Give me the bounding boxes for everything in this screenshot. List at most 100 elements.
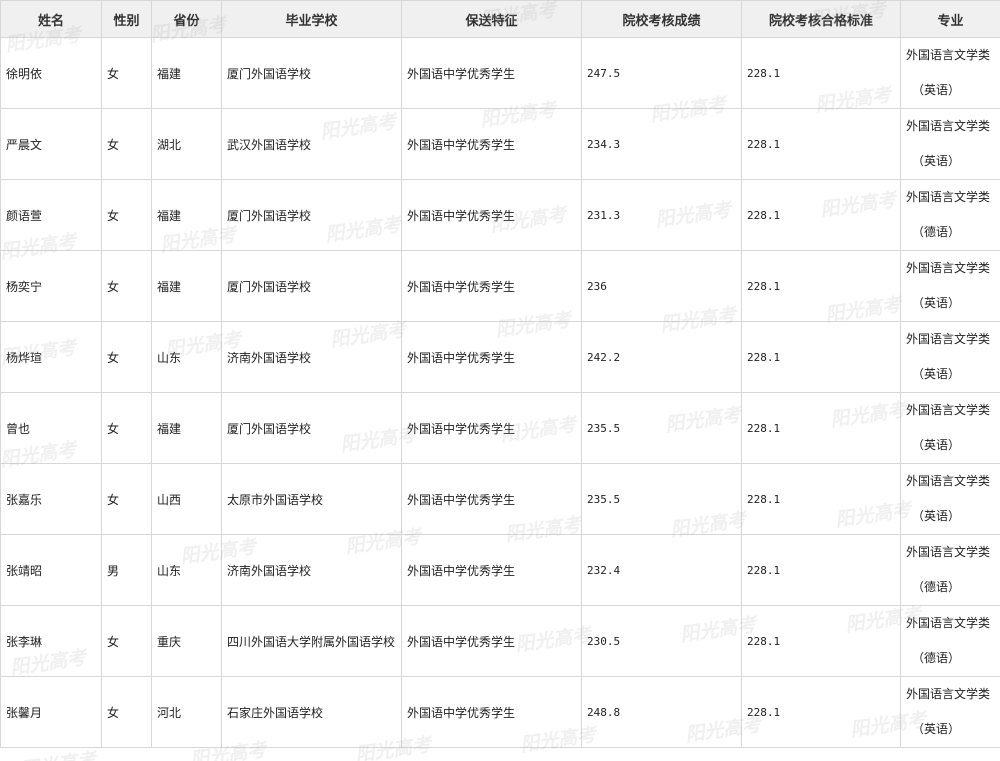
- cell-feature: 外国语中学优秀学生: [401, 463, 582, 535]
- table-row: 严晨文女湖北 武汉外国语学校 外国语中学优秀学生 234.3 228.1 外国语言文学类 （…: [0, 108, 1000, 180]
- table-row: 张李琳女重庆 四川外国语大学附属外国语学校 外国语中学优秀学生 230.5 228.1 外…: [0, 605, 1000, 677]
- cell-score: 232.4: [581, 534, 742, 606]
- cell-gender: 女: [101, 108, 152, 180]
- cell-name: 曾也: [0, 392, 102, 464]
- table-body: 徐明依女福建 厦门外国语学校 外国语中学优秀学生 247.5 228.1 外国语言文学类（…: [0, 37, 1000, 748]
- major-name: 外国语言文学类: [906, 261, 991, 275]
- cell-province: 湖北: [151, 108, 222, 180]
- cell-feature: 外国语中学优秀学生: [401, 321, 582, 393]
- cell-score: 234.3: [581, 108, 742, 180]
- cell-name: 张李琳: [0, 605, 102, 677]
- cell-score: 235.5: [581, 392, 742, 464]
- major-language: （英语）: [912, 154, 961, 168]
- major-name: 外国语言文学类: [906, 403, 991, 417]
- table-row: 张嘉乐女山西 太原市外国语学校 外国语中学优秀学生 235.5 228.1 外国语言文学类…: [0, 463, 1000, 535]
- admission-table: 姓名 性别 省份 毕业学校 保送特征 院校考核成绩 院校考核合格标准 专业 徐明依女福建 厦门外…: [0, 0, 1000, 748]
- cell-major: 外国语言文学类 （英语）: [900, 676, 1000, 748]
- table-row: 颜语萱女福建 厦门外国语学校 外国语中学优秀学生 231.3 228.1 外国语言文学类 （…: [0, 179, 1000, 251]
- cell-major: 外国语言文学类 （英语）: [900, 392, 1000, 464]
- cell-gender: 女: [101, 321, 152, 393]
- header-row: 姓名 性别 省份 毕业学校 保送特征 院校考核成绩 院校考核合格标准 专业: [0, 0, 1000, 38]
- cell-standard: 228.1: [741, 108, 901, 180]
- major-language: （英语）: [912, 83, 961, 97]
- cell-province: 福建: [151, 392, 222, 464]
- major-name: 外国语言文学类: [906, 687, 991, 701]
- cell-name: 张靖昭: [0, 534, 102, 606]
- major-language: （英语）: [912, 509, 961, 523]
- cell-school: 厦门外国语学校: [221, 392, 402, 464]
- cell-name: 颜语萱: [0, 179, 102, 251]
- column-header-name: 姓名: [0, 0, 102, 38]
- cell-province: 福建: [151, 179, 222, 251]
- cell-feature: 外国语中学优秀学生: [401, 250, 582, 322]
- column-header-standard: 院校考核合格标准: [741, 0, 901, 38]
- cell-feature: 外国语中学优秀学生: [401, 605, 582, 677]
- cell-gender: 女: [101, 179, 152, 251]
- cell-school: 厦门外国语学校: [221, 37, 402, 109]
- cell-score: 231.3: [581, 179, 742, 251]
- column-header-province: 省份: [151, 0, 222, 38]
- cell-major: 外国语言文学类 （德语）: [900, 534, 1000, 606]
- cell-province: 福建: [151, 37, 222, 109]
- cell-standard: 228.1: [741, 463, 901, 535]
- cell-school: 厦门外国语学校: [221, 250, 402, 322]
- cell-school: 太原市外国语学校: [221, 463, 402, 535]
- cell-gender: 男: [101, 534, 152, 606]
- cell-gender: 女: [101, 250, 152, 322]
- cell-name: 张嘉乐: [0, 463, 102, 535]
- cell-name: 徐明依: [0, 37, 102, 109]
- cell-major: 外国语言文学类 （英语）: [900, 108, 1000, 180]
- table-row: 曾也女福建 厦门外国语学校 外国语中学优秀学生 235.5 228.1 外国语言文学类 （英…: [0, 392, 1000, 464]
- cell-feature: 外国语中学优秀学生: [401, 37, 582, 109]
- cell-feature: 外国语中学优秀学生: [401, 676, 582, 748]
- cell-province: 重庆: [151, 605, 222, 677]
- table-row: 杨奕宁女福建 厦门外国语学校 外国语中学优秀学生 236 228.1 外国语言文学类 （英语…: [0, 250, 1000, 322]
- column-header-school: 毕业学校: [221, 0, 402, 38]
- cell-standard: 228.1: [741, 37, 901, 109]
- column-header-feature: 保送特征: [401, 0, 582, 38]
- cell-name: 张馨月: [0, 676, 102, 748]
- major-language: （英语）: [912, 438, 961, 452]
- major-language: （德语）: [912, 580, 961, 594]
- column-header-score: 院校考核成绩: [581, 0, 742, 38]
- cell-feature: 外国语中学优秀学生: [401, 108, 582, 180]
- cell-gender: 女: [101, 676, 152, 748]
- table-row: 张馨月女河北 石家庄外国语学校 外国语中学优秀学生 248.8 228.1 外国语言文学类…: [0, 676, 1000, 748]
- cell-gender: 女: [101, 463, 152, 535]
- cell-score: 247.5: [581, 37, 742, 109]
- cell-major: 外国语言文学类 （英语）: [900, 250, 1000, 322]
- cell-major: 外国语言文学类 （英语）: [900, 463, 1000, 535]
- cell-province: 山东: [151, 534, 222, 606]
- major-language: （英语）: [912, 296, 961, 310]
- major-name: 外国语言文学类: [906, 332, 991, 346]
- cell-standard: 228.1: [741, 250, 901, 322]
- cell-gender: 女: [101, 392, 152, 464]
- major-language: （英语）: [912, 367, 961, 381]
- major-language: （英语）: [912, 722, 961, 736]
- major-name: 外国语言文学类: [906, 474, 991, 488]
- column-header-gender: 性别: [101, 0, 152, 38]
- major-name: 外国语言文学类: [906, 48, 991, 62]
- cell-school: 济南外国语学校: [221, 321, 402, 393]
- cell-standard: 228.1: [741, 179, 901, 251]
- cell-major: 外国语言文学类 （英语）: [900, 37, 1000, 109]
- cell-standard: 228.1: [741, 605, 901, 677]
- major-language: （德语）: [912, 225, 961, 239]
- cell-score: 248.8: [581, 676, 742, 748]
- cell-feature: 外国语中学优秀学生: [401, 534, 582, 606]
- cell-feature: 外国语中学优秀学生: [401, 179, 582, 251]
- major-name: 外国语言文学类: [906, 616, 991, 630]
- cell-province: 山东: [151, 321, 222, 393]
- cell-score: 230.5: [581, 605, 742, 677]
- cell-major: 外国语言文学类 （德语）: [900, 179, 1000, 251]
- cell-name: 严晨文: [0, 108, 102, 180]
- cell-school: 厦门外国语学校: [221, 179, 402, 251]
- cell-province: 河北: [151, 676, 222, 748]
- cell-standard: 228.1: [741, 321, 901, 393]
- major-name: 外国语言文学类: [906, 119, 991, 133]
- cell-score: 236: [581, 250, 742, 322]
- column-header-major: 专业: [900, 0, 1000, 38]
- major-name: 外国语言文学类: [906, 545, 991, 559]
- cell-score: 242.2: [581, 321, 742, 393]
- cell-school: 武汉外国语学校: [221, 108, 402, 180]
